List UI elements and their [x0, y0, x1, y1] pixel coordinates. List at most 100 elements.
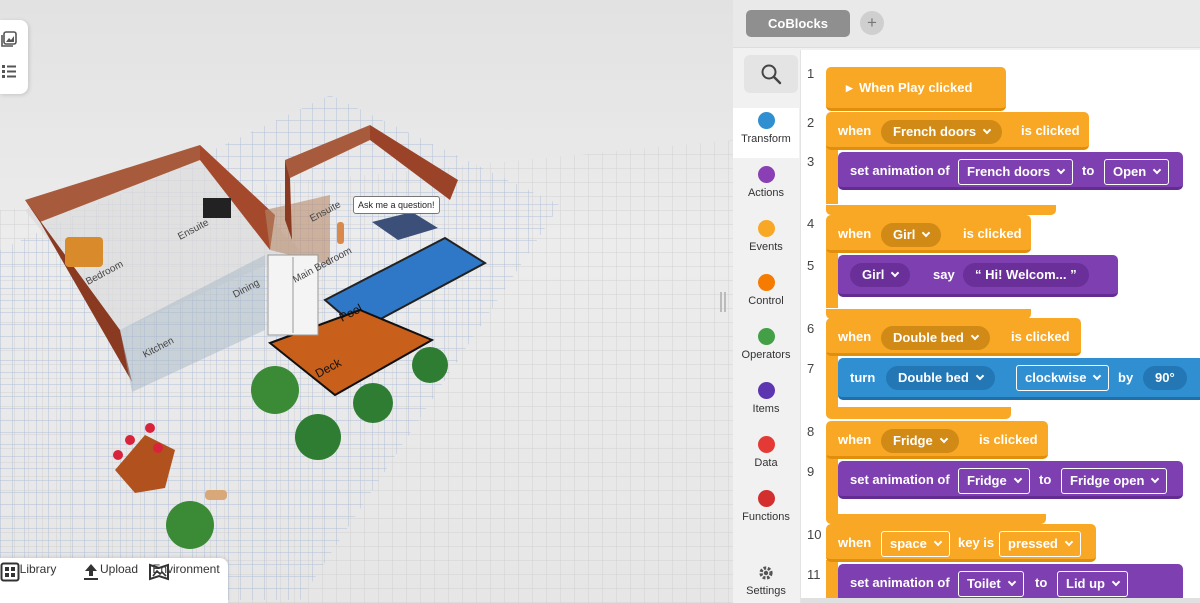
- when-play-clicked-block[interactable]: ▸ When Play clicked: [826, 67, 1006, 111]
- add-tab-button[interactable]: +: [860, 11, 884, 35]
- category-events[interactable]: Events: [733, 220, 799, 253]
- category-items[interactable]: Items: [733, 382, 799, 415]
- when-clicked-block[interactable]: when Girl is clicked: [826, 215, 1031, 253]
- animation-dropdown[interactable]: Lid up: [1057, 571, 1128, 597]
- item-dropdown[interactable]: Fridge: [881, 429, 959, 453]
- angle-input[interactable]: 90°: [1143, 366, 1187, 390]
- chevron-down-icon: [1064, 537, 1074, 547]
- operators-icon: [757, 328, 775, 345]
- environment-button[interactable]: Environment: [148, 562, 224, 581]
- set-animation-block[interactable]: set animation of Toilet to Lid up: [838, 564, 1183, 602]
- block-rail: [826, 205, 1056, 215]
- block-keyword: is clicked: [1021, 123, 1080, 138]
- dropdown-value: Girl: [862, 267, 885, 282]
- direction-dropdown[interactable]: clockwise: [1016, 365, 1110, 391]
- category-transform[interactable]: Transform: [733, 108, 799, 158]
- dropdown-value: space: [890, 536, 927, 551]
- library-button[interactable]: Library: [0, 562, 76, 582]
- block-rail: [826, 250, 838, 308]
- key-state-dropdown[interactable]: pressed: [999, 531, 1081, 557]
- block-keyword: is clicked: [1011, 329, 1070, 344]
- chevron-down-icon: [1056, 165, 1066, 175]
- item-dropdown[interactable]: French doors: [881, 120, 1003, 144]
- item-dropdown[interactable]: French doors: [958, 159, 1074, 185]
- item-dropdown[interactable]: Girl: [850, 263, 911, 287]
- item-dropdown[interactable]: Fridge: [958, 468, 1030, 494]
- line-number: 11: [807, 567, 821, 582]
- say-block[interactable]: Girl say “ Hi! Welcom... ”: [838, 255, 1118, 297]
- transform-icon: [757, 112, 775, 129]
- speech-bubble: Ask me a question!: [353, 196, 440, 214]
- functions-icon: [757, 490, 775, 507]
- chevron-down-icon: [982, 125, 992, 135]
- category-data[interactable]: Data: [733, 436, 799, 469]
- when-clicked-block[interactable]: when Double bed is clicked: [826, 318, 1081, 356]
- bottom-toolbar: Library Upload Environment: [0, 558, 228, 603]
- block-text: When Play clicked: [859, 80, 973, 95]
- line-number: 7: [807, 361, 815, 376]
- line-number: 3: [807, 154, 815, 169]
- animation-dropdown[interactable]: Fridge open: [1061, 468, 1168, 494]
- television: [203, 198, 231, 218]
- turn-block[interactable]: turn Double bed clockwise by 90°: [838, 358, 1200, 400]
- block-keyword: to: [1039, 472, 1052, 487]
- upload-button[interactable]: Upload: [81, 562, 157, 580]
- speech-text-field[interactable]: “ Hi! Welcom... ”: [963, 263, 1089, 287]
- key-dropdown[interactable]: space: [881, 531, 950, 557]
- block-search-button[interactable]: [744, 55, 798, 93]
- when-clicked-block[interactable]: when French doors is clicked: [826, 112, 1089, 150]
- category-operators[interactable]: Operators: [733, 328, 799, 361]
- category-functions[interactable]: Functions: [733, 490, 799, 523]
- set-animation-block[interactable]: set animation of French doors to Open: [838, 152, 1183, 190]
- line-number: 4: [807, 216, 815, 231]
- category-label: Operators: [741, 349, 791, 361]
- item-dropdown[interactable]: Toilet: [958, 571, 1024, 597]
- when-clicked-block[interactable]: when Fridge is clicked: [826, 421, 1048, 459]
- line-number: 9: [807, 464, 815, 479]
- dropdown-value: Open: [1113, 164, 1147, 179]
- block-keyword: to: [1035, 575, 1048, 590]
- block-keyword: by: [1118, 370, 1134, 385]
- animation-dropdown[interactable]: Open: [1104, 159, 1170, 185]
- line-number: 8: [807, 424, 815, 439]
- category-actions[interactable]: Actions: [733, 166, 799, 199]
- gallery-icon[interactable]: [0, 30, 18, 48]
- code-workspace[interactable]: 1 2 3 4 5 6 7 8 9 10 11 ▸ When Play clic…: [800, 50, 1200, 603]
- block-keyword: set animation of: [850, 163, 950, 178]
- item-dropdown[interactable]: Girl: [881, 223, 942, 247]
- dropdown-value: Fridge: [967, 473, 1007, 488]
- block-keyword: is clicked: [963, 226, 1022, 241]
- 3d-scene-viewport[interactable]: Bedroom Ensuite Ensuite Dining Main Bedr…: [0, 0, 733, 603]
- flag-icon: [757, 220, 775, 237]
- list-icon[interactable]: [0, 62, 18, 80]
- settings-button[interactable]: Settings: [733, 556, 799, 597]
- chevron-down-icon: [891, 268, 900, 278]
- dropdown-value: Lid up: [1066, 576, 1105, 591]
- upload-icon: [84, 564, 98, 580]
- block-rail: [826, 560, 838, 603]
- block-keyword: set animation of: [850, 575, 950, 590]
- category-label: Control: [748, 295, 784, 307]
- category-control[interactable]: Control: [733, 274, 799, 307]
- item-dropdown[interactable]: Double bed: [886, 366, 995, 390]
- chevron-down-icon: [922, 228, 931, 238]
- block-rail: [826, 514, 1046, 524]
- dropdown-value: Fridge open: [1070, 473, 1145, 488]
- library-icon: [0, 562, 20, 582]
- category-label: Functions: [742, 511, 790, 523]
- girl-character: [337, 222, 344, 244]
- chevron-down-icon: [1093, 371, 1102, 381]
- dropdown-value: French doors: [967, 164, 1051, 179]
- dropdown-value: clockwise: [1025, 370, 1087, 385]
- tab-coblocks[interactable]: CoBlocks: [746, 10, 850, 37]
- when-key-pressed-block[interactable]: when space key is pressed: [826, 524, 1096, 562]
- horizontal-scrollbar[interactable]: [801, 598, 1200, 603]
- scene-canvas[interactable]: Bedroom Ensuite Ensuite Dining Main Bedr…: [0, 0, 733, 603]
- dropdown-value: Fridge: [893, 433, 933, 448]
- panel-resize-handle[interactable]: [720, 292, 726, 312]
- item-dropdown[interactable]: Double bed: [881, 326, 990, 350]
- set-animation-block[interactable]: set animation of Fridge to Fridge open: [838, 461, 1183, 499]
- block-rail: [826, 407, 1011, 419]
- category-label: Items: [752, 403, 780, 415]
- block-rail: [826, 353, 838, 411]
